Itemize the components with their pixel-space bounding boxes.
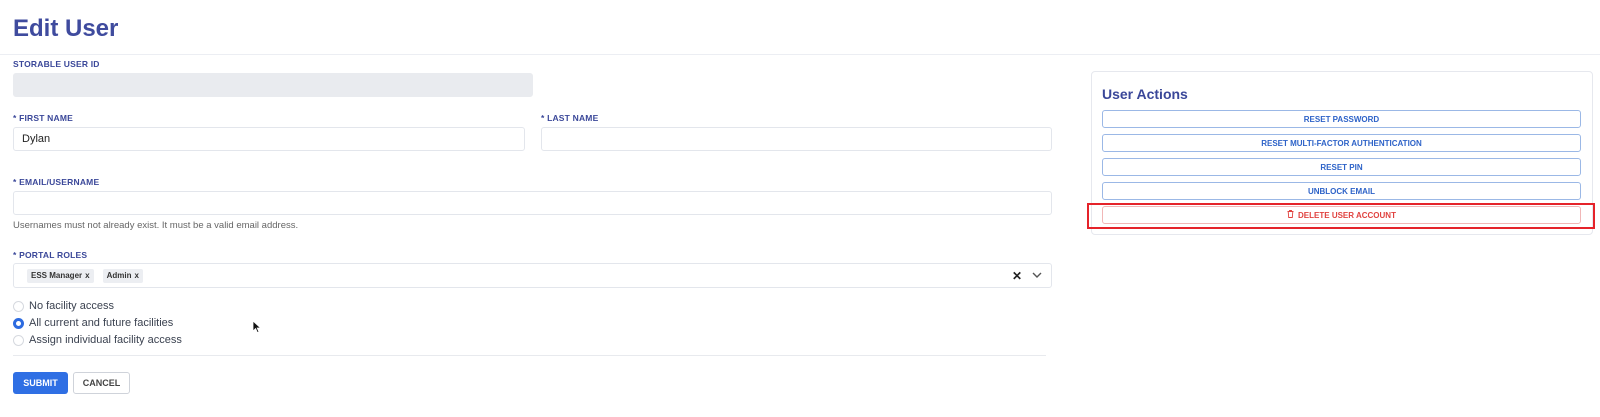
radio-button[interactable] xyxy=(13,300,24,312)
form-divider xyxy=(13,355,1046,356)
clear-roles-button[interactable]: ✕ xyxy=(1009,269,1025,283)
radio-label: No facility access xyxy=(29,300,114,312)
radio-all-facilities[interactable]: All current and future facilities xyxy=(13,317,173,329)
portal-roles-select[interactable]: ESS Manager x Admin x ✕ xyxy=(13,263,1052,288)
email-field[interactable] xyxy=(13,191,1052,215)
remove-role-button[interactable]: x xyxy=(85,271,89,280)
role-chip: Admin x xyxy=(102,268,143,283)
header-divider xyxy=(0,54,1600,55)
email-hint: Usernames must not already exist. It mus… xyxy=(13,220,299,231)
radio-assign-individual[interactable]: Assign individual facility access xyxy=(13,334,182,346)
role-chip-label: ESS Manager xyxy=(31,271,83,280)
user-actions-title: User Actions xyxy=(1102,86,1188,102)
reset-pin-button[interactable]: RESET PIN xyxy=(1102,158,1581,176)
mouse-cursor-icon xyxy=(252,320,262,339)
radio-button-selected[interactable] xyxy=(13,317,24,329)
reset-mfa-button[interactable]: RESET MULTI-FACTOR AUTHENTICATION xyxy=(1102,134,1581,152)
role-chip: ESS Manager x xyxy=(27,268,94,283)
radio-button[interactable] xyxy=(13,334,24,346)
last-name-label: * LAST NAME xyxy=(541,113,599,123)
last-name-field[interactable] xyxy=(541,127,1052,151)
storable-user-id-label: STORABLE USER ID xyxy=(13,59,100,69)
email-label: * EMAIL/USERNAME xyxy=(13,177,100,187)
radio-label: All current and future facilities xyxy=(29,317,174,329)
cancel-button[interactable]: CANCEL xyxy=(73,372,130,394)
submit-button[interactable]: SUBMIT xyxy=(13,372,68,394)
remove-role-button[interactable]: x xyxy=(134,271,138,280)
role-chip-label: Admin xyxy=(106,271,132,280)
radio-label: Assign individual facility access xyxy=(29,334,182,346)
storable-user-id-field xyxy=(13,73,533,97)
radio-no-facility-access[interactable]: No facility access xyxy=(13,300,114,312)
reset-password-button[interactable]: RESET PASSWORD xyxy=(1102,110,1581,128)
delete-highlight-box xyxy=(1087,203,1595,229)
first-name-label: * FIRST NAME xyxy=(13,113,74,123)
unblock-email-button[interactable]: UNBLOCK EMAIL xyxy=(1102,182,1581,200)
chevron-down-icon[interactable] xyxy=(1029,272,1045,279)
first-name-field[interactable]: Dylan xyxy=(13,127,525,151)
portal-roles-label: * PORTAL ROLES xyxy=(13,250,88,260)
page-title: Edit User xyxy=(13,15,119,42)
